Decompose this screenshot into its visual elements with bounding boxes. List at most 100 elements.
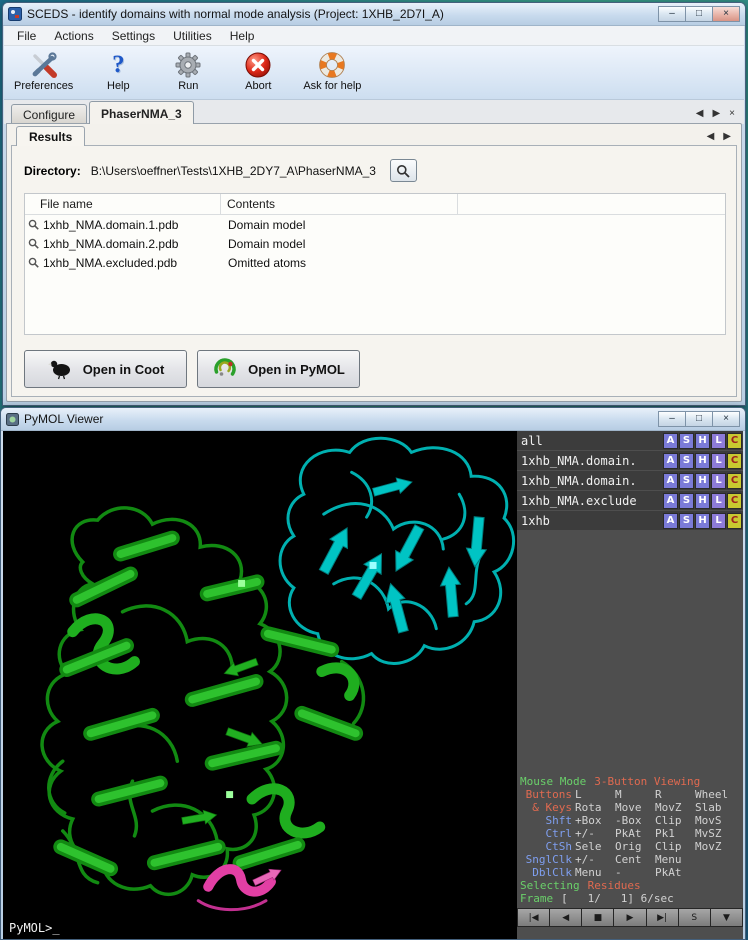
menu-file[interactable]: File — [8, 27, 45, 45]
pymol-3d-viewport[interactable]: PyMOL>_ — [3, 431, 517, 939]
color-button[interactable]: C — [727, 433, 742, 449]
results-scroll-left-icon[interactable]: ◀ — [707, 131, 715, 142]
tab-scroll-right-icon[interactable]: ▶ — [712, 108, 720, 119]
object-row-domain-1[interactable]: 1xhb_NMA.domain. A S H L C — [517, 451, 743, 470]
tab-configure[interactable]: Configure — [11, 104, 87, 124]
file-contents: Domain model — [221, 237, 305, 251]
show-button[interactable]: S — [679, 473, 694, 489]
menu-actions[interactable]: Actions — [45, 27, 102, 45]
selecting-label: Selecting — [520, 879, 580, 892]
action-buttons-row: Open in Coot Open in PyMOL — [24, 350, 360, 388]
desktop-background: SCEDS - identify domains with normal mod… — [0, 0, 748, 940]
hide-button[interactable]: H — [695, 433, 710, 449]
column-contents[interactable]: Contents — [221, 194, 458, 214]
pymol-command-prompt[interactable]: PyMOL>_ — [9, 921, 60, 935]
directory-path[interactable]: B:\Users\oeffner\Tests\1XHB_2DY7_A\Phase… — [91, 164, 376, 178]
object-row-excluded[interactable]: 1xhb_NMA.exclude A S H L C — [517, 491, 743, 510]
color-button[interactable]: C — [727, 453, 742, 469]
pymol-titlebar[interactable]: PyMOL Viewer – □ × — [1, 408, 745, 431]
minimize-button[interactable]: – — [658, 6, 686, 22]
close-button[interactable]: × — [712, 6, 740, 22]
label-button[interactable]: L — [711, 453, 726, 469]
color-button[interactable]: C — [727, 513, 742, 529]
tab-close-icon[interactable]: × — [729, 108, 735, 119]
actions-button[interactable]: A — [663, 433, 678, 449]
tab-phasernma-3[interactable]: PhaserNMA_3 — [89, 101, 194, 124]
tab-results[interactable]: Results — [16, 126, 85, 146]
color-button[interactable]: C — [727, 473, 742, 489]
menu-settings[interactable]: Settings — [103, 27, 164, 45]
object-name[interactable]: 1xhb — [521, 514, 663, 528]
object-row-all[interactable]: all A S H L C — [517, 431, 743, 450]
object-row-1xhb[interactable]: 1xhb A S H L C — [517, 511, 743, 530]
object-name[interactable]: 1xhb_NMA.exclude — [521, 494, 663, 508]
object-row-domain-2[interactable]: 1xhb_NMA.domain. A S H L C — [517, 471, 743, 490]
run-button[interactable]: Run — [163, 49, 213, 92]
pymol-window-title: PyMOL Viewer — [24, 412, 659, 426]
results-scroll-right-icon[interactable]: ▶ — [723, 131, 731, 142]
color-button[interactable]: C — [727, 493, 742, 509]
goto-first-frame-button[interactable]: |◀ — [517, 908, 550, 927]
hide-button[interactable]: H — [695, 473, 710, 489]
play-backward-button[interactable]: ◀ — [550, 908, 582, 927]
menu-utilities[interactable]: Utilities — [164, 27, 221, 45]
show-button[interactable]: S — [679, 493, 694, 509]
goto-last-frame-button[interactable]: ▶| — [647, 908, 679, 927]
column-file-name[interactable]: File name — [25, 194, 221, 214]
pymol-window-controls: – □ × — [659, 411, 740, 427]
sceds-app-icon — [8, 7, 22, 21]
frame-value: [ 1/ 1] 6/sec — [561, 892, 674, 905]
table-row[interactable]: 1xhb_NMA.domain.2.pdb Domain model — [25, 234, 725, 253]
show-button[interactable]: S — [679, 513, 694, 529]
open-in-coot-button[interactable]: Open in Coot — [24, 350, 187, 388]
object-name[interactable]: all — [521, 434, 663, 448]
maximize-button[interactable]: □ — [685, 411, 713, 427]
selecting-mode-value[interactable]: Residues — [588, 879, 641, 892]
panel-spacer — [517, 531, 743, 773]
mouse-row-shft: Shft+Box-BoxClipMovS — [520, 814, 740, 827]
question-icon: ? — [112, 49, 125, 80]
menu-help[interactable]: Help — [221, 27, 264, 45]
file-name: 1xhb_NMA.domain.2.pdb — [43, 237, 221, 251]
directory-row: Directory: B:\Users\oeffner\Tests\1XHB_2… — [12, 146, 736, 182]
pymol-window: PyMOL Viewer – □ × — [0, 407, 746, 940]
sceds-titlebar[interactable]: SCEDS - identify domains with normal mod… — [3, 3, 745, 26]
table-row[interactable]: 1xhb_NMA.domain.1.pdb Domain model — [25, 215, 725, 234]
play-button[interactable]: ▶ — [614, 908, 646, 927]
preferences-button[interactable]: Preferences — [14, 49, 73, 92]
show-button[interactable]: S — [679, 453, 694, 469]
mouse-mode-value[interactable]: 3-Button Viewing — [594, 775, 700, 788]
tab-scroll-left-icon[interactable]: ◀ — [696, 108, 704, 119]
actions-button[interactable]: A — [663, 493, 678, 509]
stop-button[interactable]: ■ — [582, 908, 614, 927]
hide-button[interactable]: H — [695, 453, 710, 469]
magnifier-icon — [28, 219, 43, 230]
open-in-pymol-button[interactable]: Open in PyMOL — [197, 350, 360, 388]
label-button[interactable]: L — [711, 513, 726, 529]
label-button[interactable]: L — [711, 433, 726, 449]
hide-button[interactable]: H — [695, 493, 710, 509]
show-button[interactable]: S — [679, 433, 694, 449]
toolbar: Preferences ? Help Run Abort — [4, 46, 744, 100]
scene-button[interactable]: S — [679, 908, 711, 927]
label-button[interactable]: L — [711, 473, 726, 489]
label-button[interactable]: L — [711, 493, 726, 509]
object-name[interactable]: 1xhb_NMA.domain. — [521, 474, 663, 488]
help-button[interactable]: ? Help — [93, 49, 143, 92]
minimize-button[interactable]: – — [658, 411, 686, 427]
menu-dropdown-button[interactable]: ▼ — [711, 908, 743, 927]
hide-button[interactable]: H — [695, 513, 710, 529]
object-name[interactable]: 1xhb_NMA.domain. — [521, 454, 663, 468]
file-contents: Domain model — [221, 218, 305, 232]
actions-button[interactable]: A — [663, 473, 678, 489]
maximize-button[interactable]: □ — [685, 6, 713, 22]
browse-directory-button[interactable] — [390, 159, 417, 182]
pymol-logo-icon — [212, 356, 239, 383]
actions-button[interactable]: A — [663, 453, 678, 469]
results-tab-nav: ◀ ▶ — [697, 131, 741, 146]
ask-for-help-button[interactable]: Ask for help — [303, 49, 361, 92]
abort-button[interactable]: Abort — [233, 49, 283, 92]
table-row[interactable]: 1xhb_NMA.excluded.pdb Omitted atoms — [25, 253, 725, 272]
actions-button[interactable]: A — [663, 513, 678, 529]
close-button[interactable]: × — [712, 411, 740, 427]
